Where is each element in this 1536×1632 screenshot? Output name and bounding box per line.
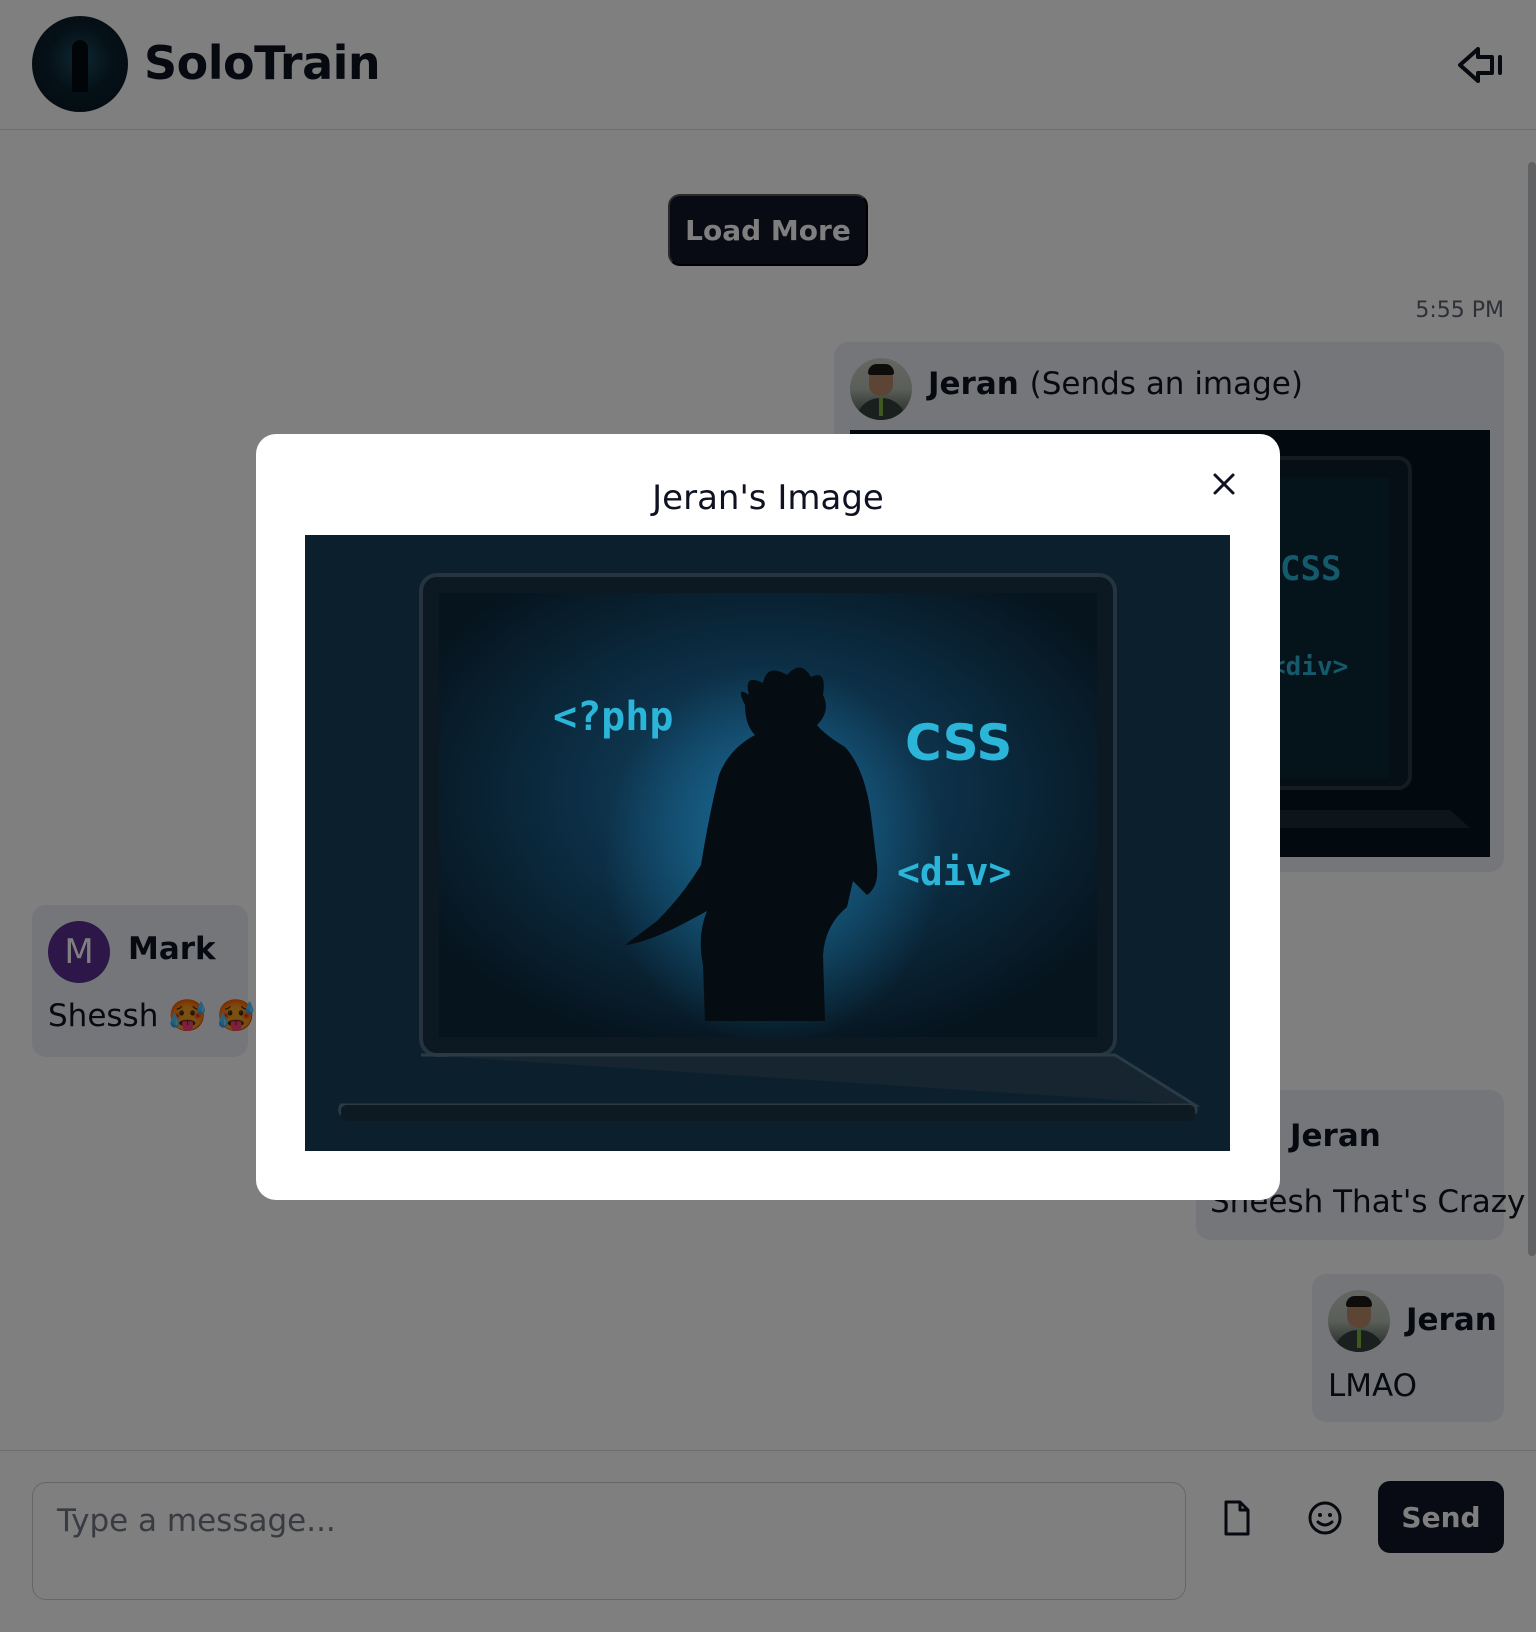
close-icon[interactable] xyxy=(1206,466,1242,502)
modal-image: <?php CSS <div> xyxy=(305,535,1230,1151)
image-code-text-php: <?php xyxy=(553,694,673,740)
image-code-text-css: CSS xyxy=(905,714,1012,772)
image-preview-modal: Jeran's Image <?php CSS <div> xyxy=(256,434,1280,1200)
modal-title: Jeran's Image xyxy=(652,478,884,518)
image-code-text-div: <div> xyxy=(897,850,1011,894)
